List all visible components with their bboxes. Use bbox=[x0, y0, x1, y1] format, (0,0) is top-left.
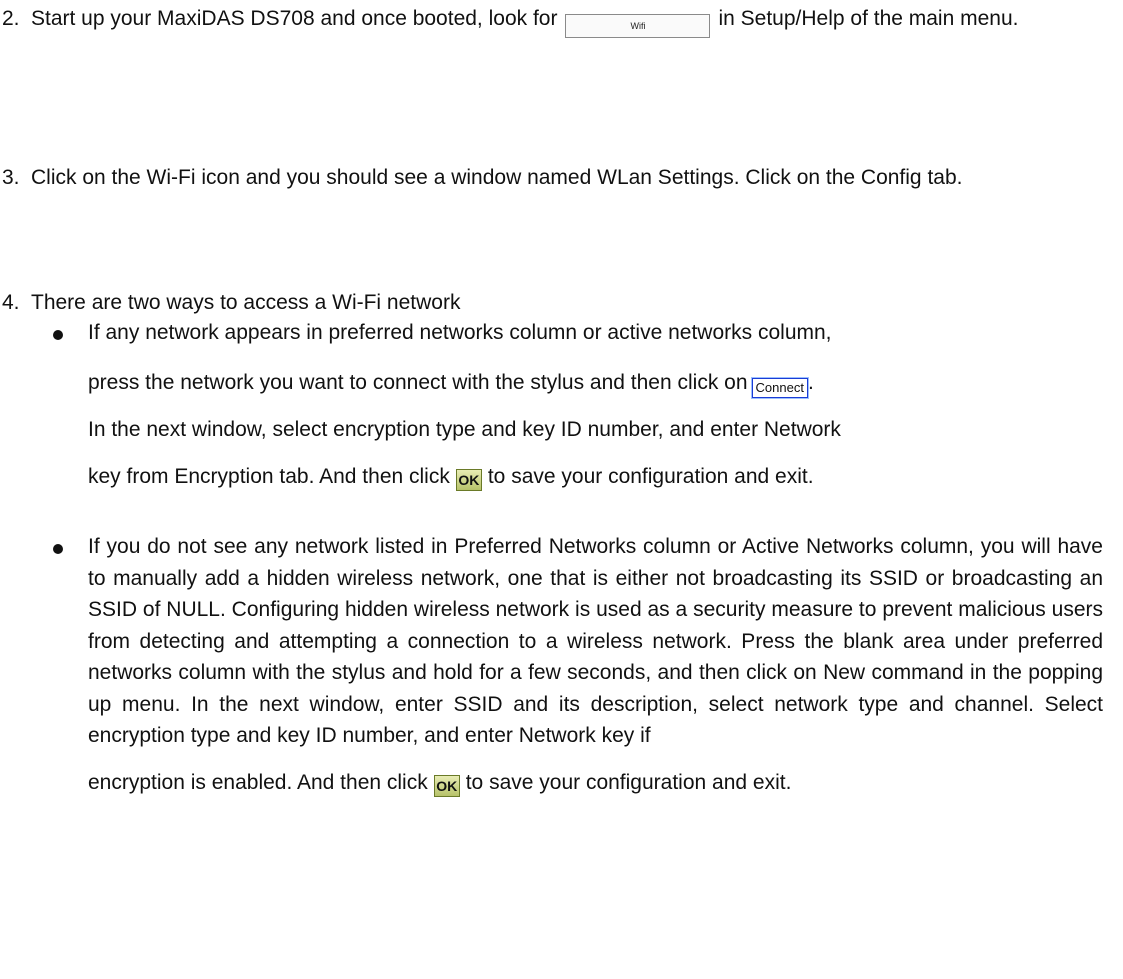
step-text: Click on the Wi-Fi icon and you should s… bbox=[31, 166, 963, 189]
bullet-text: press the network you want to connect wi… bbox=[88, 371, 748, 394]
bullet-line: press the network you want to connect wi… bbox=[88, 359, 1103, 406]
bullet-text: to save your configuration and exit. bbox=[465, 770, 792, 794]
step-2: 2. Start up your MaxiDAS DS708 and once … bbox=[2, 2, 1104, 38]
step-text: There are two ways to access a Wi-Fi net… bbox=[31, 291, 461, 314]
bullet-text: to save your configuration and exit. bbox=[487, 465, 814, 488]
step-text: Start up your MaxiDAS DS708 and once boo… bbox=[31, 2, 1104, 38]
wifi-button[interactable]: Wifi bbox=[565, 14, 711, 38]
step-number: 3. bbox=[2, 166, 20, 189]
bullet-hidden-network: If you do not see any network listed in … bbox=[53, 531, 1103, 800]
bullet-existing-network: If any network appears in preferred netw… bbox=[53, 317, 1103, 500]
bullet-body: If any network appears in preferred netw… bbox=[88, 317, 1103, 500]
step-2-text-after: in Setup/Help of the main menu. bbox=[718, 7, 1019, 30]
bullet-text: key from Encryption tab. And then click bbox=[88, 465, 450, 488]
bullet-line: In the next window, select encryption ty… bbox=[88, 418, 841, 441]
bullet-dot bbox=[53, 544, 63, 554]
ok-button[interactable]: OK bbox=[455, 469, 482, 491]
bullet-text: encryption is enabled. And then click bbox=[88, 770, 428, 794]
step-number: 4. bbox=[2, 291, 20, 314]
connect-button[interactable]: Connect bbox=[750, 377, 809, 399]
bullet-line: key from Encryption tab. And then click O… bbox=[88, 453, 1103, 500]
bullet-line: If any network appears in preferred netw… bbox=[88, 321, 832, 344]
bullet-body: If you do not see any network listed in … bbox=[88, 531, 1103, 800]
bullet-line: encryption is enabled. And then click OK t… bbox=[88, 766, 1103, 800]
step-2-text-before: Start up your MaxiDAS DS708 and once boo… bbox=[31, 7, 558, 30]
bullet-paragraph: If you do not see any network listed in … bbox=[88, 535, 1103, 747]
step-4: 4. There are two ways to access a Wi-Fi … bbox=[2, 286, 1104, 320]
step-number: 2. bbox=[2, 7, 20, 30]
ok-button[interactable]: OK bbox=[433, 774, 460, 797]
bullet-text: . bbox=[807, 371, 814, 394]
step-3: 3. Click on the Wi-Fi icon and you shoul… bbox=[2, 161, 1104, 195]
bullet-dot bbox=[53, 330, 63, 340]
